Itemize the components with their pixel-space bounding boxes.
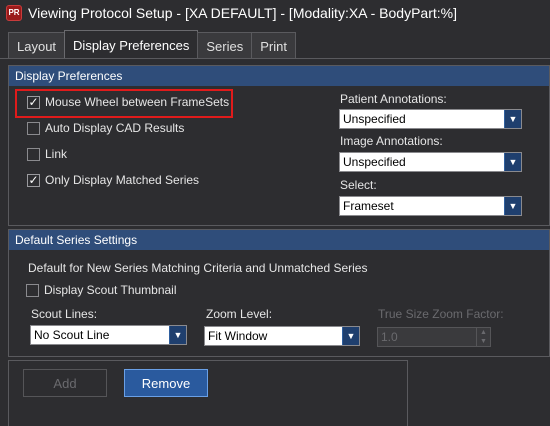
chevron-down-icon[interactable]: ▼ [477, 337, 490, 346]
mouse-wheel-option[interactable]: ✓ Mouse Wheel between FrameSets [27, 93, 229, 111]
chevron-down-icon[interactable]: ▼ [504, 197, 521, 215]
only-display-matched-checkbox[interactable]: ✓ [27, 173, 40, 187]
tab-display-preferences[interactable]: Display Preferences [64, 30, 199, 59]
scout-lines-select[interactable]: No Scout Line ▼ [30, 325, 187, 345]
scout-lines-value: No Scout Line [34, 328, 110, 342]
default-series-header: Default Series Settings [9, 230, 549, 250]
tab-layout[interactable]: Layout [8, 32, 66, 59]
only-display-matched-label: Only Display Matched Series [45, 173, 200, 187]
link-checkbox[interactable] [27, 147, 40, 161]
mouse-wheel-label: Mouse Wheel between FrameSets [45, 95, 230, 109]
link-label: Link [45, 147, 68, 161]
true-size-zoom-label: True Size Zoom Factor: [378, 307, 504, 321]
chevron-down-icon[interactable]: ▼ [342, 327, 359, 345]
chevron-down-icon[interactable]: ▼ [504, 110, 521, 128]
true-size-zoom-stepper[interactable]: 1.0 ▲ ▼ [377, 327, 491, 347]
chevron-down-icon[interactable]: ▼ [504, 153, 521, 171]
scout-lines-label: Scout Lines: [31, 307, 98, 321]
app-logo-icon: PR [6, 5, 22, 21]
tab-strip: Layout Display Preferences Series Print [8, 30, 296, 59]
zoom-level-label: Zoom Level: [206, 307, 273, 321]
patient-annotations-select[interactable]: Unspecified ▼ [339, 109, 522, 129]
zoom-level-value: Fit Window [208, 329, 268, 343]
patient-annotations-value: Unspecified [343, 112, 406, 126]
add-button[interactable]: Add [23, 369, 107, 397]
chevron-down-icon[interactable]: ▼ [169, 326, 186, 344]
tab-print[interactable]: Print [251, 32, 296, 59]
display-scout-thumbnail-option[interactable]: Display Scout Thumbnail [26, 281, 177, 299]
select-value: Frameset [343, 199, 394, 213]
tab-series[interactable]: Series [197, 32, 253, 59]
mouse-wheel-checkbox[interactable]: ✓ [27, 95, 40, 109]
select-label: Select: [340, 178, 377, 192]
display-scout-thumbnail-label: Display Scout Thumbnail [44, 283, 177, 297]
stepper-buttons[interactable]: ▲ ▼ [476, 328, 490, 346]
select-dropdown[interactable]: Frameset ▼ [339, 196, 522, 216]
display-preferences-header: Display Preferences [9, 66, 549, 86]
patient-annotations-label: Patient Annotations: [340, 92, 447, 106]
auto-display-cad-checkbox[interactable] [27, 121, 40, 135]
default-series-description: Default for New Series Matching Criteria… [28, 261, 368, 275]
tab-divider [0, 58, 550, 59]
remove-button[interactable]: Remove [124, 369, 208, 397]
display-scout-thumbnail-checkbox[interactable] [26, 283, 39, 297]
image-annotations-label: Image Annotations: [340, 134, 443, 148]
chevron-up-icon[interactable]: ▲ [477, 328, 490, 337]
title-bar: PR Viewing Protocol Setup - [XA DEFAULT]… [0, 0, 550, 26]
image-annotations-select[interactable]: Unspecified ▼ [339, 152, 522, 172]
zoom-level-select[interactable]: Fit Window ▼ [204, 326, 360, 346]
auto-display-cad-option[interactable]: Auto Display CAD Results [27, 119, 184, 137]
image-annotations-value: Unspecified [343, 155, 406, 169]
link-option[interactable]: Link [27, 145, 67, 163]
auto-display-cad-label: Auto Display CAD Results [45, 121, 185, 135]
only-display-matched-option[interactable]: ✓ Only Display Matched Series [27, 171, 199, 189]
true-size-zoom-value: 1.0 [381, 330, 398, 344]
window-title: Viewing Protocol Setup - [XA DEFAULT] - … [28, 5, 457, 21]
